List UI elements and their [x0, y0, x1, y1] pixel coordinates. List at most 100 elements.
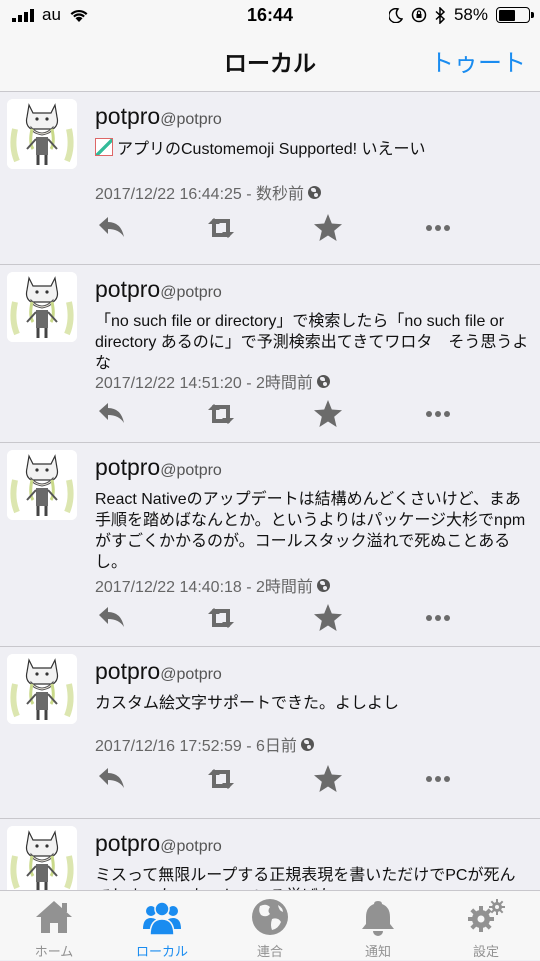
boost-icon	[208, 404, 234, 424]
action-bar	[95, 212, 455, 244]
account-handle: @potpro	[160, 284, 222, 301]
toot-meta: 2017/12/16 17:52:59 - 6日前	[95, 732, 314, 756]
avatar[interactable]	[7, 654, 77, 724]
toot-content: ミスって無限ループする正規表現を書いただけでPCが死んでしまった。もっと、いろ学…	[95, 867, 516, 890]
toot-content: 「no such file or directory」で検索したら「no suc…	[95, 313, 529, 372]
avatar-image	[7, 654, 77, 724]
display-name[interactable]: potpro	[95, 658, 160, 684]
star-icon	[314, 214, 342, 241]
toot-item[interactable]: potpro@potpro カスタム絵文字サポートできた。よしよし 2017/1…	[0, 647, 540, 819]
tab-label: 設定	[472, 944, 499, 959]
account-handle: @potpro	[160, 666, 222, 683]
nav-bar: ローカル トゥート	[0, 30, 540, 92]
reply-icon	[99, 768, 124, 788]
bell-icon	[362, 901, 394, 936]
account-handle: @potpro	[160, 462, 222, 479]
favourite-button[interactable]	[312, 763, 344, 795]
avatar-image	[7, 450, 77, 520]
timestamp: 2017/12/22 16:44:25 - 数秒前	[95, 186, 305, 203]
boost-icon	[208, 608, 234, 628]
boost-button[interactable]	[205, 763, 237, 795]
toot-item[interactable]: potpro@potpro React Nativeのアップデートは結構めんどく…	[0, 443, 540, 647]
status-bar: au 16:44 58%	[0, 0, 540, 30]
tab-local[interactable]: ローカル	[108, 891, 216, 961]
tab-label: 連合	[256, 944, 283, 959]
tab-label: ホーム	[34, 944, 74, 959]
avatar[interactable]	[7, 450, 77, 520]
boost-icon	[208, 218, 234, 238]
status-right: 58%	[388, 5, 534, 25]
more-button[interactable]	[422, 602, 454, 634]
gears-icon	[468, 899, 505, 932]
display-name[interactable]: potpro	[95, 830, 160, 856]
more-button[interactable]	[422, 398, 454, 430]
toot-item[interactable]: potpro@potpro アプリのCustomemoji Supported!…	[0, 92, 540, 265]
tab-federated[interactable]: 連合	[216, 891, 324, 961]
favourite-button[interactable]	[312, 398, 344, 430]
toot-button[interactable]: トゥート	[430, 43, 526, 78]
action-bar	[95, 763, 455, 795]
tab-home[interactable]: ホーム	[0, 891, 108, 961]
reply-button[interactable]	[95, 212, 127, 244]
timestamp: 2017/12/16 17:52:59 - 6日前	[95, 738, 297, 755]
boost-icon	[208, 769, 234, 789]
more-icon	[426, 776, 450, 782]
toot-content: カスタム絵文字サポートできた。よしよし	[95, 695, 400, 712]
toot-item[interactable]: potpro@potpro ミスって無限ループする正規表現を書いただけでPCが死…	[0, 819, 540, 890]
reply-icon	[99, 403, 124, 423]
globe-icon	[316, 374, 330, 388]
tab-label: ローカル	[135, 944, 188, 959]
orientation-lock-icon	[411, 7, 427, 23]
timeline[interactable]: potpro@potpro アプリのCustomemoji Supported!…	[0, 92, 540, 890]
reply-button[interactable]	[95, 398, 127, 430]
favourite-button[interactable]	[312, 602, 344, 634]
globe-icon	[308, 185, 322, 199]
timestamp: 2017/12/22 14:51:20 - 2時間前	[95, 375, 313, 392]
toot-text: アプリのCustomemoji Supported! いえーい	[117, 141, 426, 158]
globe-icon	[316, 578, 330, 592]
tab-settings[interactable]: 設定	[432, 891, 540, 961]
tab-bar: ホーム ローカル 連合 通知 設定	[0, 890, 540, 960]
reply-icon	[99, 607, 124, 627]
tab-notifications[interactable]: 通知	[324, 891, 432, 961]
avatar[interactable]	[7, 99, 77, 169]
battery-icon	[496, 7, 534, 23]
more-icon	[426, 615, 450, 621]
tab-label: 通知	[364, 944, 391, 959]
bluetooth-icon	[435, 6, 446, 24]
globe-icon	[300, 737, 314, 751]
action-bar	[95, 602, 455, 634]
toot-item[interactable]: potpro@potpro 「no such file or directory…	[0, 265, 540, 443]
globe-icon	[252, 899, 288, 935]
action-bar	[95, 398, 455, 430]
toot-meta: 2017/12/22 14:40:18 - 2時間前	[95, 573, 330, 597]
reply-button[interactable]	[95, 602, 127, 634]
people-icon	[143, 901, 181, 936]
toot-meta: 2017/12/22 16:44:25 - 数秒前	[95, 180, 322, 204]
avatar-image	[7, 826, 77, 890]
more-icon	[426, 225, 450, 231]
battery-percent: 58%	[453, 5, 488, 24]
boost-button[interactable]	[205, 212, 237, 244]
account-handle: @potpro	[160, 838, 222, 855]
boost-button[interactable]	[205, 602, 237, 634]
toot-content: React Nativeのアップデートは結構めんどくさいけど、まあ手順を踏めばな…	[95, 491, 526, 571]
favourite-button[interactable]	[312, 212, 344, 244]
display-name[interactable]: potpro	[95, 454, 160, 480]
boost-button[interactable]	[205, 398, 237, 430]
star-icon	[314, 604, 342, 631]
more-button[interactable]	[422, 763, 454, 795]
display-name[interactable]: potpro	[95, 276, 160, 302]
avatar-image	[7, 99, 77, 169]
display-name[interactable]: potpro	[95, 103, 160, 129]
star-icon	[314, 765, 342, 792]
star-icon	[314, 400, 342, 427]
avatar[interactable]	[7, 272, 77, 342]
reply-button[interactable]	[95, 763, 127, 795]
more-icon	[426, 411, 450, 417]
avatar[interactable]	[7, 826, 77, 890]
avatar-image	[7, 272, 77, 342]
timestamp: 2017/12/22 14:40:18 - 2時間前	[95, 579, 313, 596]
moon-icon	[388, 7, 403, 23]
more-button[interactable]	[422, 212, 454, 244]
